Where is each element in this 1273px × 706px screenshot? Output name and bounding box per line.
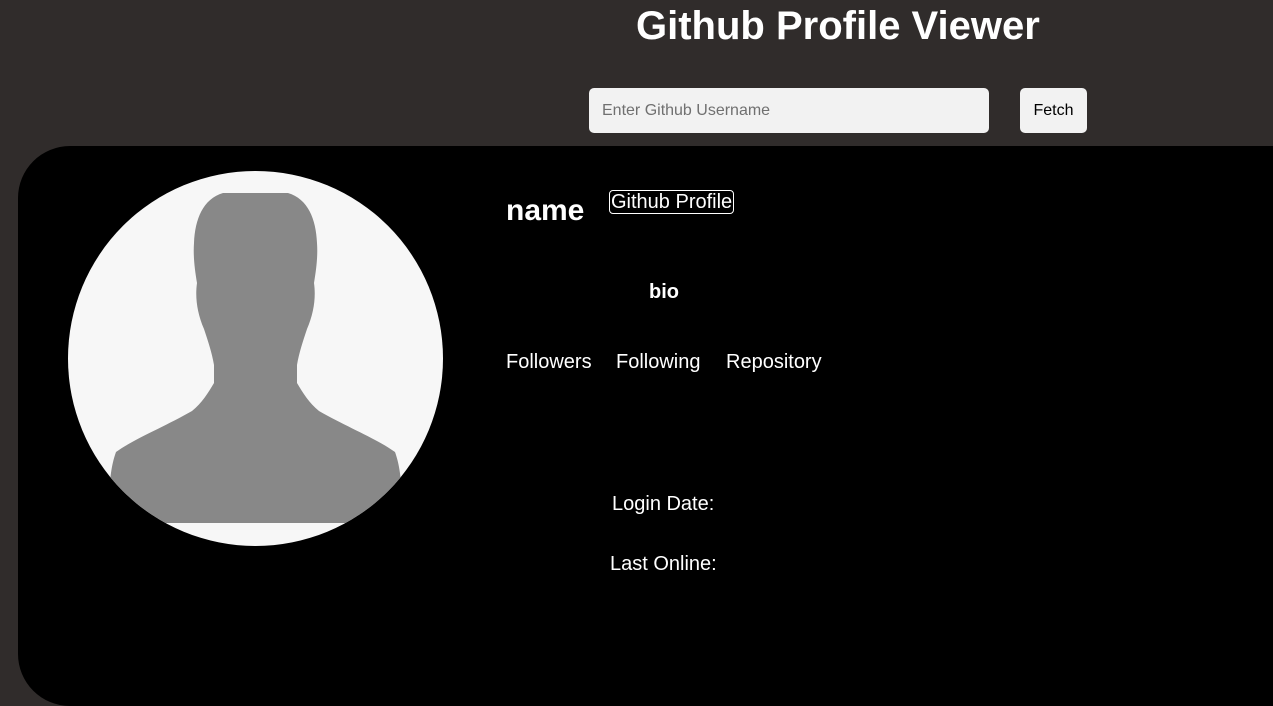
username-search-input[interactable] [589, 88, 989, 133]
avatar [68, 171, 443, 546]
following-stat: Following [616, 351, 701, 373]
last-online-label: Last Online: [610, 553, 717, 575]
github-profile-link[interactable]: Github Profile [609, 190, 735, 214]
repository-stat: Repository [726, 351, 822, 373]
fetch-button[interactable]: Fetch [1020, 88, 1087, 133]
profile-bio: bio [649, 281, 679, 303]
default-user-silhouette-icon [108, 193, 403, 523]
followers-stat: Followers [506, 351, 592, 373]
profile-name: name [506, 194, 585, 227]
login-date-label: Login Date: [612, 493, 715, 515]
page-title: Github Profile Viewer [636, 4, 1040, 48]
